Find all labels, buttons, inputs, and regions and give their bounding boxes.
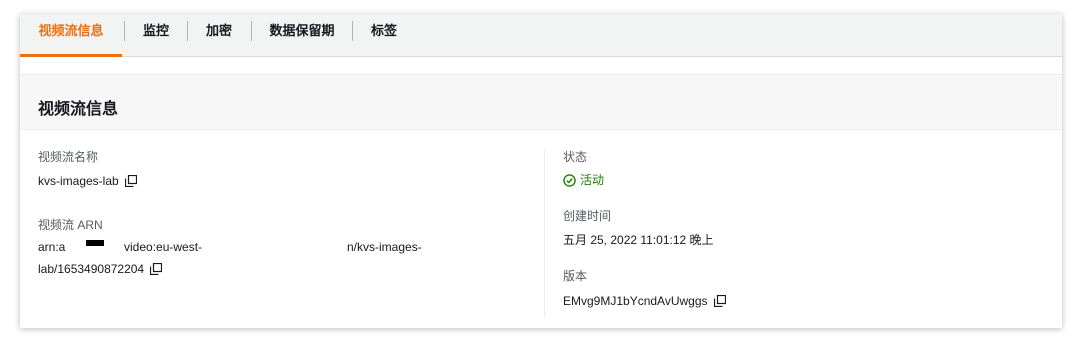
version-label: 版本 bbox=[563, 269, 588, 283]
stream-arn-line-2-text: lab/1653490872204 bbox=[38, 262, 145, 276]
stream-arn-part-1: arn:a bbox=[38, 240, 66, 254]
stream-name-value: kvs-images-lab bbox=[38, 174, 137, 190]
version-text: EMvg9MJ1bYcndAvUwggs bbox=[563, 294, 708, 308]
stream-name-text: kvs-images-lab bbox=[38, 174, 119, 188]
column-divider bbox=[544, 149, 545, 317]
copy-icon[interactable] bbox=[124, 174, 137, 190]
panel-title: 视频流信息 bbox=[38, 101, 119, 118]
stream-details-container: 视频流信息 监控 加密 数据保留期 标签 视频流信息 视频流名称 kvs-ima… bbox=[20, 14, 1062, 328]
status-label: 状态 bbox=[563, 150, 588, 164]
status-text: 活动 bbox=[580, 173, 605, 187]
status-value: 活动 bbox=[563, 171, 604, 188]
stream-arn-line-2: lab/1653490872204 bbox=[38, 262, 163, 278]
panel-header: 视频流信息 bbox=[20, 75, 1062, 130]
tab-encryption[interactable]: 加密 bbox=[188, 14, 250, 57]
version-value: EMvg9MJ1bYcndAvUwggs bbox=[563, 294, 726, 310]
tab-stream-info[interactable]: 视频流信息 bbox=[20, 14, 122, 57]
tab-tags[interactable]: 标签 bbox=[353, 14, 415, 57]
created-value: 五月 25, 2022 11:01:12 晚上 bbox=[563, 233, 714, 247]
stream-name-label: 视频流名称 bbox=[38, 150, 99, 164]
tab-data-retention[interactable]: 数据保留期 bbox=[252, 14, 352, 57]
created-label: 创建时间 bbox=[563, 209, 612, 223]
stream-arn-part-2: video:eu-west- bbox=[124, 240, 203, 254]
tab-bar: 视频流信息 监控 加密 数据保留期 标签 bbox=[20, 14, 1062, 57]
stream-info-panel: 视频流信息 视频流名称 kvs-images-lab 视频流 ARN arn:a… bbox=[20, 74, 1062, 328]
tab-monitoring[interactable]: 监控 bbox=[125, 14, 187, 57]
copy-icon[interactable] bbox=[150, 262, 163, 278]
check-circle-icon bbox=[563, 173, 580, 187]
redaction-mark bbox=[86, 240, 104, 246]
stream-arn-label: 视频流 ARN bbox=[38, 218, 103, 232]
copy-icon[interactable] bbox=[713, 294, 726, 310]
stream-arn-part-3: n/kvs-images- bbox=[347, 240, 422, 254]
